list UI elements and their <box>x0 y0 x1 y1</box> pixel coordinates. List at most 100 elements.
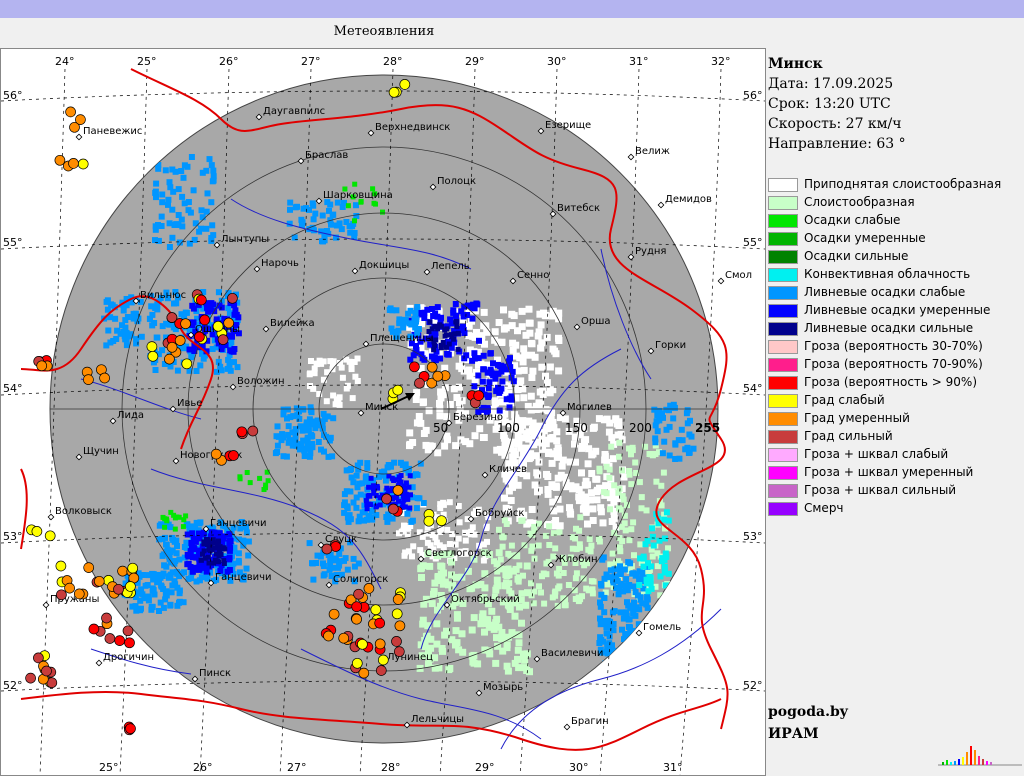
city-label: Вильнюс <box>140 290 186 301</box>
city-label: Гомель <box>643 622 681 633</box>
hail-marker <box>117 565 128 577</box>
radar-site-name: Минск <box>768 56 823 72</box>
legend-item: Смерч <box>768 500 1020 518</box>
hail-marker <box>75 114 86 125</box>
legend-label: Град умеренный <box>804 411 910 425</box>
city-label: Василевичи <box>541 648 603 659</box>
hail-marker <box>399 79 411 90</box>
range-ring-label: 100 <box>497 421 520 435</box>
city-label: Лынтупы <box>221 234 269 245</box>
legend-swatch <box>768 466 798 480</box>
city-label: Вилейка <box>270 318 315 329</box>
intensity-histogram <box>938 746 1022 766</box>
city-label: Ганцевичи <box>215 572 272 583</box>
longitude-label: 31° <box>663 761 683 774</box>
longitude-label: 28° <box>383 55 403 68</box>
legend: Приподнятая слоистообразная Слоистообразн… <box>768 176 1020 518</box>
city-label: Солигорск <box>333 574 388 585</box>
legend-item: Гроза (вероятность > 90%) <box>768 374 1020 392</box>
legend-swatch <box>768 268 798 282</box>
legend-label: Гроза + шквал слабый <box>804 447 949 461</box>
hail-marker <box>195 294 207 306</box>
city-label: Пинск <box>199 668 231 679</box>
legend-label: Слоистообразная <box>804 195 915 209</box>
legend-item: Гроза + шквал умеренный <box>768 464 1020 482</box>
hail-marker <box>125 723 136 734</box>
city-label: Светлогорск <box>425 548 492 559</box>
city-label: Верхнедвинск <box>375 122 450 133</box>
latitude-label: 54° <box>743 382 763 395</box>
longitude-label: 27° <box>287 761 307 774</box>
legend-label: Осадки сильные <box>804 249 909 263</box>
speed-text: Скорость: 27 км/ч <box>768 116 902 132</box>
latitude-label: 53° <box>3 530 23 543</box>
hail-marker <box>223 317 235 329</box>
legend-swatch <box>768 322 798 336</box>
hail-marker <box>88 623 100 635</box>
hail-marker <box>83 562 95 573</box>
hail-marker <box>180 318 191 330</box>
legend-label: Приподнятая слоистообразная <box>804 177 1002 191</box>
time-text: Срок: 13:20 UTC <box>768 96 891 112</box>
hail-marker <box>68 158 79 169</box>
legend-swatch <box>768 232 798 246</box>
range-ring-label: 255 <box>695 421 720 435</box>
hail-marker <box>83 374 94 385</box>
city-label: Дрогичин <box>103 652 154 663</box>
hail-marker <box>391 636 402 647</box>
hail-marker <box>353 588 364 600</box>
radar-map[interactable]: Даугавпилс Верхнедвинск Езерище Велиж Паневе… <box>0 48 766 776</box>
legend-label: Град сильный <box>804 429 893 443</box>
legend-label: Смерч <box>804 501 844 515</box>
city-label: Брагин <box>571 716 609 727</box>
latitude-label: 56° <box>743 89 763 102</box>
hail-marker <box>392 484 404 496</box>
direction-text: Направление: 63 ° <box>768 136 906 152</box>
city-label: Докшицы <box>359 260 409 271</box>
legend-label: Ливневые осадки слабые <box>804 285 966 299</box>
city-label: Велиж <box>635 146 670 157</box>
legend-item: Осадки слабые <box>768 212 1020 230</box>
city-label: Ганцевичи <box>210 518 267 529</box>
hail-marker <box>423 515 435 527</box>
legend-swatch <box>768 286 798 300</box>
longitude-label: 27° <box>301 55 321 68</box>
legend-label: Ливневые осадки умеренные <box>804 303 991 317</box>
hail-marker <box>391 608 403 620</box>
hail-marker <box>409 361 420 373</box>
hail-marker <box>166 341 178 353</box>
hail-marker <box>426 361 438 373</box>
city-label: Смол <box>725 270 752 281</box>
hail-marker <box>41 665 52 677</box>
legend-swatch <box>768 304 798 318</box>
longitude-label: 30° <box>547 55 567 68</box>
hail-marker <box>44 530 56 542</box>
city-label: Рудня <box>635 246 666 257</box>
hail-marker <box>194 331 205 343</box>
hail-marker <box>127 562 139 574</box>
legend-swatch <box>768 358 798 372</box>
hail-marker <box>166 312 178 323</box>
org-brand: ИРАМ <box>768 726 819 742</box>
title-bar: Метеоявления <box>0 18 768 48</box>
hail-marker <box>174 335 186 346</box>
legend-swatch <box>768 484 798 498</box>
hail-marker <box>164 353 175 365</box>
hail-marker <box>181 358 193 370</box>
hail-marker <box>330 541 342 552</box>
city-label: Жлобин <box>555 554 598 565</box>
legend-swatch <box>768 394 798 408</box>
info-panel: Минск Дата: 17.09.2025 Срок: 13:20 UTC С… <box>768 48 1024 776</box>
city-label: Волковыск <box>55 506 112 517</box>
hail-marker <box>99 372 110 384</box>
legend-swatch <box>768 430 798 444</box>
hail-marker <box>351 601 363 613</box>
legend-label: Ливневые осадки сильные <box>804 321 974 335</box>
hail-marker <box>247 425 259 437</box>
longitude-label: 26° <box>193 761 213 774</box>
legend-item: Приподнятая слоистообразная <box>768 176 1020 194</box>
hail-marker <box>55 560 67 572</box>
legend-item: Ливневые осадки сильные <box>768 320 1020 338</box>
date-text: Дата: 17.09.2025 <box>768 76 894 92</box>
hail-marker <box>54 154 66 166</box>
